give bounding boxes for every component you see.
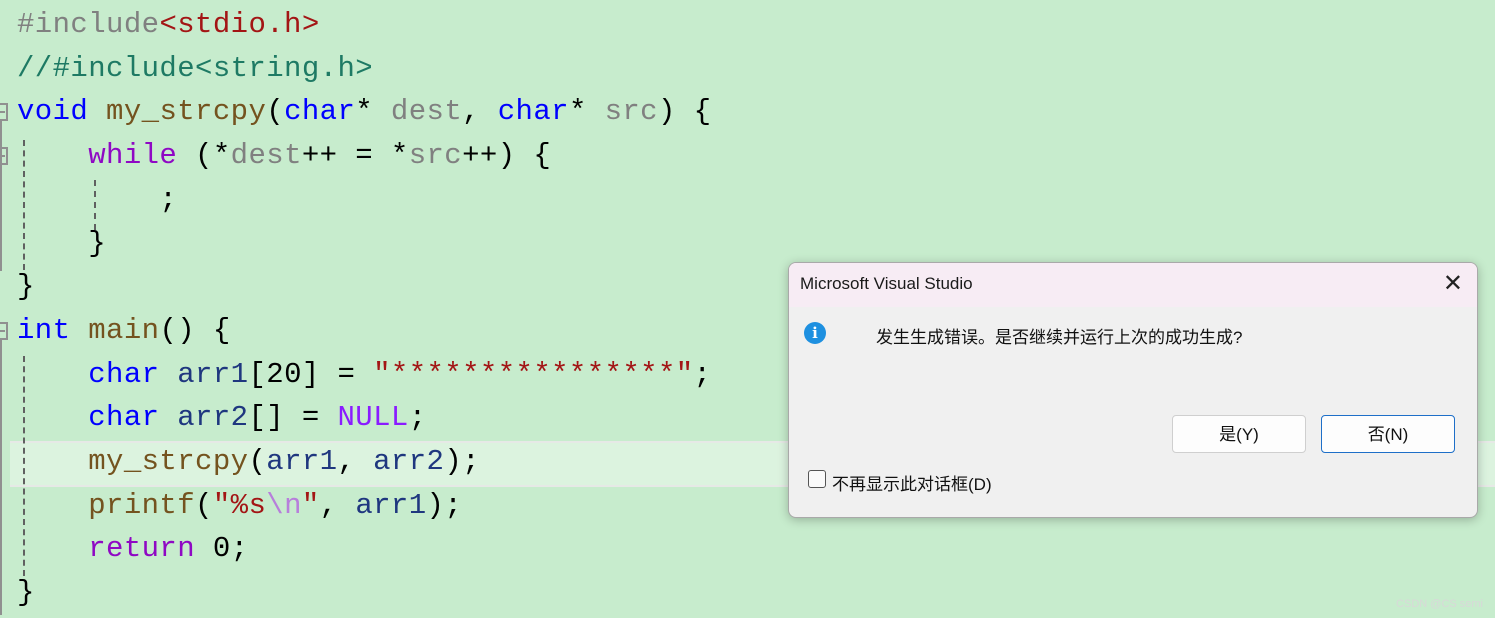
code-token: * — [355, 95, 391, 129]
code-token: } — [17, 270, 35, 304]
code-token: () { — [159, 313, 231, 347]
no-button[interactable]: 否(N) — [1321, 415, 1455, 453]
code-token: [20] = — [248, 357, 374, 391]
code-token: ( — [248, 445, 267, 478]
code-token: ( — [266, 95, 285, 129]
info-icon: i — [804, 322, 826, 344]
code-token: ; — [693, 357, 712, 391]
code-token: char — [88, 401, 160, 435]
code-token: my_strcpy — [106, 95, 267, 129]
code-token: * — [568, 95, 605, 129]
code-token: 0; — [195, 532, 249, 566]
code-token: arr1 — [266, 445, 338, 478]
code-token: dest — [390, 95, 463, 129]
code-line[interactable]: printf("%s\n", arr1); — [17, 484, 462, 528]
code-token: #include — [17, 8, 160, 41]
code-token: arr1 — [355, 488, 427, 522]
code-line[interactable]: #include<stdio.h> — [17, 3, 320, 47]
code-token: [] = — [248, 401, 338, 435]
code-line[interactable]: char arr2[] = NULL; — [17, 396, 427, 440]
indent-guide — [94, 180, 96, 230]
code-token: "%s — [212, 488, 267, 522]
code-token: char — [497, 95, 569, 129]
code-token: ++ = * — [301, 139, 409, 173]
code-token: ) { — [657, 95, 712, 129]
fold-line — [0, 121, 2, 271]
message-dialog: Microsoft Visual Studio ✕ i 发生生成错误。是否继续并… — [788, 262, 1478, 518]
code-token: \n — [266, 488, 302, 522]
code-token: return — [88, 532, 196, 566]
close-icon[interactable]: ✕ — [1443, 271, 1463, 297]
code-token: arr1 — [177, 357, 249, 391]
indent-guide — [23, 356, 25, 576]
code-token: (* — [177, 139, 231, 173]
code-token: , — [462, 95, 498, 129]
code-token: printf — [88, 488, 196, 522]
code-token: char — [284, 95, 356, 129]
code-token: "****************" — [373, 357, 694, 391]
code-token: while — [88, 139, 178, 173]
fold-line — [0, 340, 2, 615]
code-line[interactable]: ; — [17, 178, 177, 222]
watermark: CSDN @CS semi — [1396, 598, 1483, 610]
code-token: ; — [408, 401, 427, 435]
code-token: NULL — [337, 401, 409, 435]
code-token: char — [88, 357, 160, 391]
code-token: arr2 — [373, 445, 445, 478]
code-token: void — [17, 95, 89, 129]
dont-show-again-checkbox[interactable] — [808, 470, 826, 488]
code-token: } — [17, 576, 35, 610]
code-line[interactable]: int main() { — [17, 309, 231, 353]
code-line[interactable]: void my_strcpy(char* dest, char* src) { — [17, 90, 711, 134]
code-token: , — [319, 488, 356, 522]
code-token: main — [88, 313, 160, 347]
code-line[interactable]: return 0; — [17, 527, 248, 571]
code-token: src — [408, 139, 463, 173]
code-token: my_strcpy — [88, 445, 249, 478]
code-line[interactable]: } — [17, 265, 35, 309]
code-token: //#include<string.h> — [17, 51, 374, 85]
code-token: dest — [230, 139, 302, 173]
fold-toggle-main[interactable] — [0, 322, 8, 340]
dialog-titlebar[interactable]: Microsoft Visual Studio ✕ — [789, 263, 1477, 307]
code-line[interactable]: } — [17, 222, 106, 266]
code-token: <stdio.h> — [159, 8, 320, 41]
code-token: } — [17, 226, 107, 260]
code-line[interactable]: my_strcpy(arr1, arr2); — [17, 440, 480, 484]
code-token: ); — [444, 445, 480, 478]
code-token: ++) { — [462, 139, 552, 173]
yes-button[interactable]: 是(Y) — [1172, 415, 1306, 453]
code-line[interactable]: while (*dest++ = *src++) { — [17, 134, 551, 178]
dialog-message: 发生生成错误。是否继续并运行上次的成功生成? — [876, 328, 1243, 347]
code-token: int — [17, 313, 71, 347]
dialog-title: Microsoft Visual Studio — [800, 274, 973, 293]
code-token: arr2 — [177, 401, 249, 435]
indent-guide — [23, 140, 25, 270]
code-line[interactable]: //#include<string.h> — [17, 47, 373, 91]
code-line[interactable]: char arr1[20] = "****************"; — [17, 353, 711, 397]
fold-toggle-my-strcpy[interactable] — [0, 103, 8, 121]
code-token: ); — [426, 488, 463, 522]
code-line[interactable]: } — [17, 571, 35, 615]
code-token: ; — [17, 182, 178, 216]
code-token: ( — [195, 488, 213, 522]
dont-show-again-label[interactable]: 不再显示此对话框(D) — [832, 470, 992, 495]
code-token: , — [337, 445, 374, 478]
code-token: " — [301, 488, 320, 522]
code-token: src — [604, 95, 658, 129]
